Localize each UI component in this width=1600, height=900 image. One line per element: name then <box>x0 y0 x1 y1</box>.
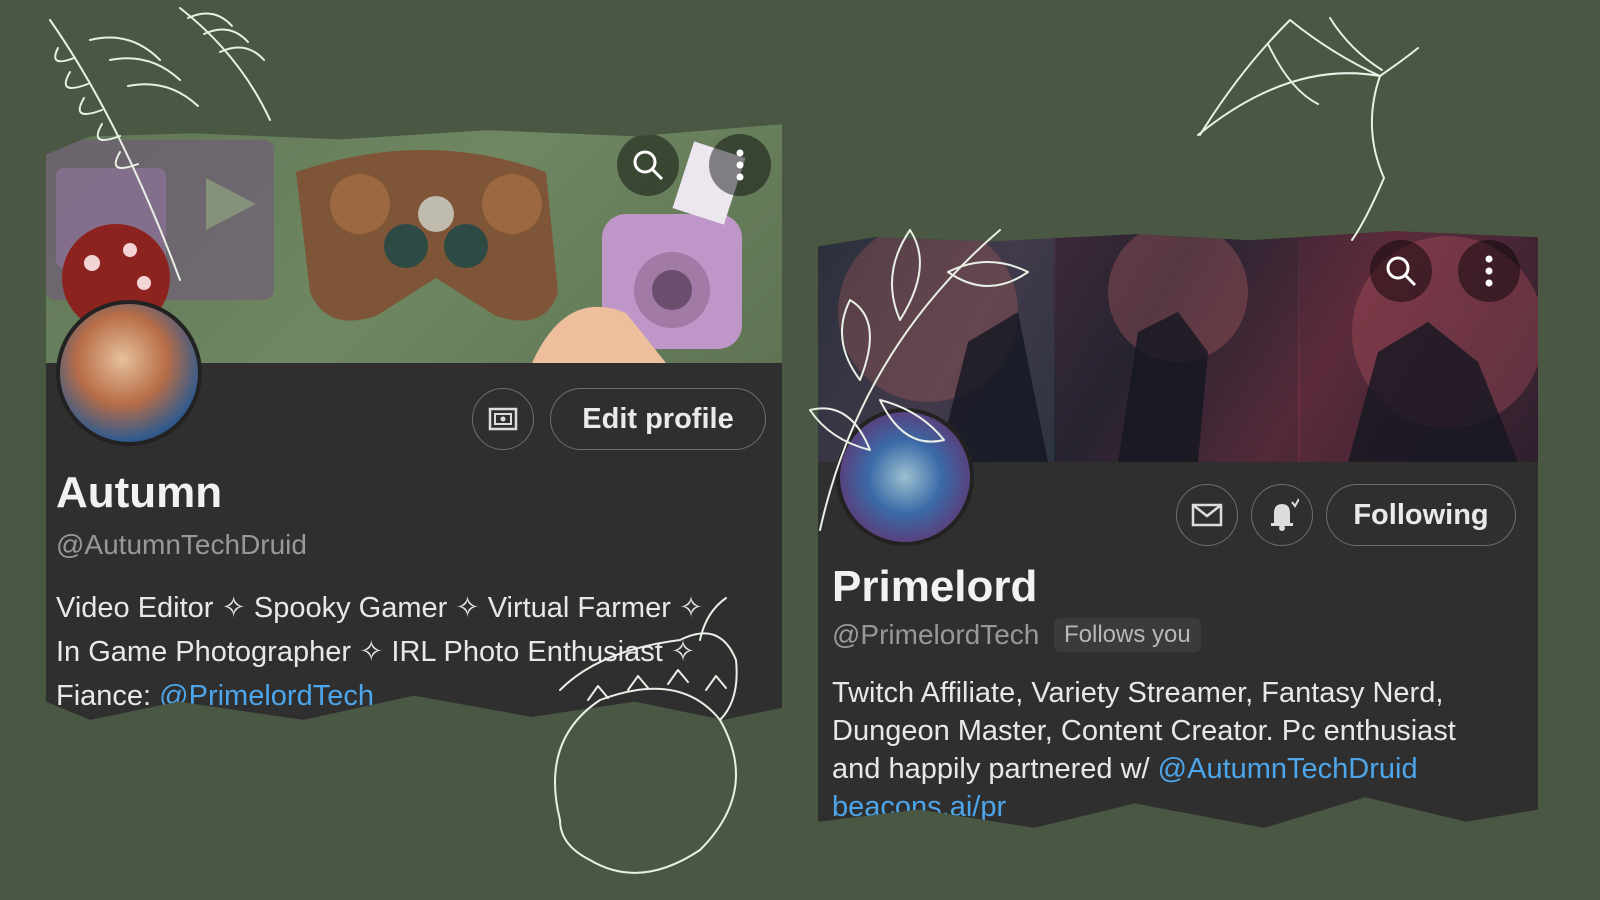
profile-handle: @PrimelordTech <box>832 619 1040 650</box>
bio-text: and happily partnered w/ <box>832 753 1158 785</box>
media-button[interactable] <box>472 388 534 450</box>
media-icon <box>488 407 518 431</box>
avatar-primelord[interactable] <box>836 408 974 546</box>
bell-icon <box>1271 498 1299 531</box>
profile-name: Primelord <box>832 562 1038 611</box>
search-button[interactable] <box>617 134 679 196</box>
edit-profile-button[interactable]: Edit profile <box>550 388 766 450</box>
more-vertical-icon <box>1485 255 1493 287</box>
following-button[interactable]: Following <box>1326 484 1516 546</box>
mention-link[interactable]: @AutumnTechDruid <box>1158 753 1418 785</box>
more-options-button[interactable] <box>1458 240 1520 302</box>
bio-line: Video Editor ✧ Spooky Gamer ✧ Virtual Fa… <box>56 592 704 624</box>
profile-card-autumn: Edit profile Autumn @AutumnTechDruid Vid… <box>46 124 782 720</box>
profile-name: Autumn <box>56 468 223 517</box>
profile-bio: Video Editor ✧ Spooky Gamer ✧ Virtual Fa… <box>56 586 703 718</box>
more-options-button[interactable] <box>709 134 771 196</box>
mail-icon <box>1191 503 1223 527</box>
mention-link[interactable]: @PrimelordTech <box>159 680 374 712</box>
bio-line: Fiance: @PrimelordTech <box>56 674 703 718</box>
bio-text: Fiance: <box>56 680 160 712</box>
bio-line: In Game Photographer ✧ IRL Photo Enthusi… <box>56 636 696 668</box>
message-button[interactable] <box>1176 484 1238 546</box>
search-icon <box>1386 256 1417 287</box>
bio-line: Dungeon Master, Content Creator. Pc enth… <box>832 715 1456 747</box>
profile-card-primelord: Following Primelord @PrimelordTech Follo… <box>818 231 1538 828</box>
bio-line: Twitch Affiliate, Variety Streamer, Fant… <box>832 677 1444 709</box>
bio-line: and happily partnered w/ @AutumnTechDrui… <box>832 750 1456 788</box>
search-button[interactable] <box>1370 240 1432 302</box>
website-link[interactable]: beacons.ai/pr <box>832 788 1456 826</box>
avatar-autumn[interactable] <box>56 300 202 446</box>
more-vertical-icon <box>736 149 744 181</box>
profile-bio: Twitch Affiliate, Variety Streamer, Fant… <box>832 674 1456 826</box>
profile-handle: @AutumnTechDruid <box>56 529 307 560</box>
follows-you-badge: Follows you <box>1054 618 1201 652</box>
search-icon <box>633 150 664 181</box>
notifications-button[interactable] <box>1251 484 1313 546</box>
